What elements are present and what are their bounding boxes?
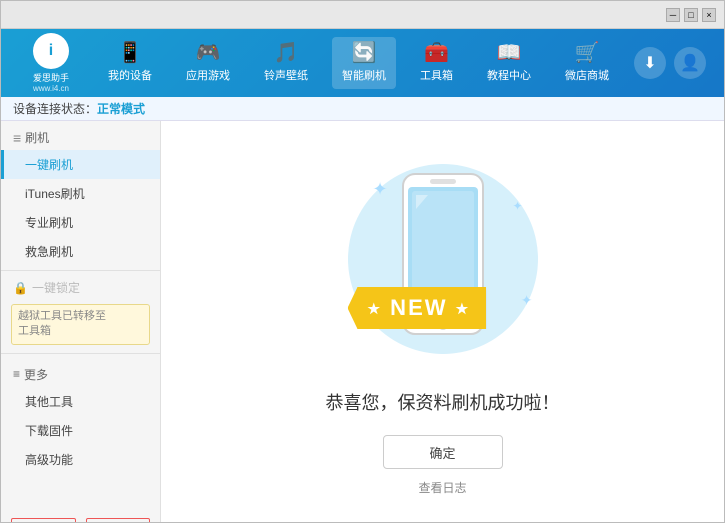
sidebar-item-itunes-flash[interactable]: iTunes刷机 — [1, 179, 160, 208]
confirm-button[interactable]: 确定 — [383, 435, 503, 469]
ringtone-label: 铃声壁纸 — [264, 67, 308, 83]
sidebar-lock-item: 🔒 一键锁定 — [1, 275, 160, 300]
download-button[interactable]: ⬇ — [634, 47, 666, 79]
tutorial-icon: 📖 — [497, 43, 522, 63]
window-controls: ─ □ × — [666, 8, 716, 22]
logo-icon: i — [33, 33, 69, 69]
sparkle-2-icon: ✦ — [512, 199, 522, 213]
nav-apps-games[interactable]: 🎮 应用游戏 — [176, 37, 240, 89]
sidebar-item-other-tools[interactable]: 其他工具 — [1, 387, 160, 416]
logo-area: i 爱思助手 www.i4.cn — [11, 33, 91, 93]
toolbox-label: 工具箱 — [420, 67, 453, 83]
success-text: 恭喜您，保资料刷机成功啦！ — [326, 389, 560, 415]
apps-games-label: 应用游戏 — [186, 67, 230, 83]
nav-my-device[interactable]: 📱 我的设备 — [98, 37, 162, 89]
sidebar-item-advanced[interactable]: 高级功能 — [1, 445, 160, 474]
weidian-label: 微店商城 — [565, 67, 609, 83]
success-illustration: ✦ ✦ ✦ — [343, 149, 543, 369]
nav-weidian[interactable]: 🛒 微店商城 — [555, 37, 619, 89]
my-device-icon: 📱 — [118, 43, 143, 63]
bottom-checkboxes: ✓ 自动歌送 ✓ 跳过向导 — [11, 518, 150, 523]
connection-status: 正常模式 — [97, 100, 145, 117]
weidian-icon: 🛒 — [575, 43, 600, 63]
body-area: ≡ 刷机 一键刷机 iTunes刷机 专业刷机 救急刷机 🔒 一键锁定 — [1, 121, 724, 523]
my-device-label: 我的设备 — [108, 67, 152, 83]
sidebar-item-download-firmware[interactable]: 下载固件 — [1, 416, 160, 445]
maximize-button[interactable]: □ — [684, 8, 698, 22]
sparkle-1-icon: ✦ — [373, 179, 388, 200]
tutorial-label: 教程中心 — [487, 67, 531, 83]
flash-section-icon: ≡ — [13, 130, 21, 146]
title-bar: ─ □ × — [1, 1, 724, 29]
lock-icon: 🔒 — [13, 281, 28, 295]
main-content: ✦ ✦ ✦ — [161, 121, 724, 523]
logo-subtext: 爱思助手 www.i4.cn — [33, 71, 69, 93]
smart-flash-icon: 🔄 — [352, 43, 377, 63]
view-log-link[interactable]: 查看日志 — [418, 479, 466, 496]
new-ribbon-star-left: ★ — [368, 301, 383, 317]
sidebar-item-save-flash[interactable]: 救急刷机 — [1, 237, 160, 266]
nav-smart-flash[interactable]: 🔄 智能刷机 — [332, 37, 396, 89]
nav-bar: 📱 我的设备 🎮 应用游戏 🎵 铃声壁纸 🔄 智能刷机 🧰 工具箱 📖 — [91, 37, 626, 89]
close-button[interactable]: × — [702, 8, 716, 22]
connection-label: 设备连接状态： — [13, 100, 97, 117]
apps-games-icon: 🎮 — [196, 43, 221, 63]
nav-tutorial[interactable]: 📖 教程中心 — [477, 37, 541, 89]
connection-status-bar: 设备连接状态： 正常模式 — [1, 97, 724, 121]
new-ribbon-star-right: ★ — [456, 301, 471, 317]
skip-wizard-checkbox[interactable]: ✓ 跳过向导 — [86, 518, 151, 523]
more-section-icon: ≡ — [13, 367, 20, 381]
sidebar-more-header: ≡ 更多 — [1, 358, 160, 387]
nav-ringtone[interactable]: 🎵 铃声壁纸 — [254, 37, 318, 89]
header-right: ⬇ 👤 — [626, 47, 714, 79]
sparkle-3-icon: ✦ — [521, 292, 533, 309]
sidebar-note-box: 越狱工具已转移至 工具箱 — [11, 304, 150, 345]
auto-send-checkbox[interactable]: ✓ 自动歌送 — [11, 518, 76, 523]
minimize-button[interactable]: ─ — [666, 8, 680, 22]
new-ribbon: ★ NEW ★ — [348, 287, 487, 329]
user-button[interactable]: 👤 — [674, 47, 706, 79]
sidebar-flash-header: ≡ 刷机 — [1, 121, 160, 150]
sidebar: ≡ 刷机 一键刷机 iTunes刷机 专业刷机 救急刷机 🔒 一键锁定 — [1, 121, 161, 523]
ringtone-icon: 🎵 — [274, 43, 299, 63]
sidebar-item-pro-flash[interactable]: 专业刷机 — [1, 208, 160, 237]
nav-toolbox[interactable]: 🧰 工具箱 — [410, 37, 463, 89]
main-header: i 爱思助手 www.i4.cn 📱 我的设备 🎮 应用游戏 🎵 铃声壁纸 🔄 … — [1, 29, 724, 97]
toolbox-icon: 🧰 — [424, 43, 449, 63]
sidebar-item-one-click-flash[interactable]: 一键刷机 — [1, 150, 160, 179]
sidebar-divider-2 — [1, 353, 160, 354]
smart-flash-label: 智能刷机 — [342, 67, 386, 83]
sidebar-divider-1 — [1, 270, 160, 271]
sidebar-note-text: 越狱工具已转移至 工具箱 — [18, 310, 106, 337]
